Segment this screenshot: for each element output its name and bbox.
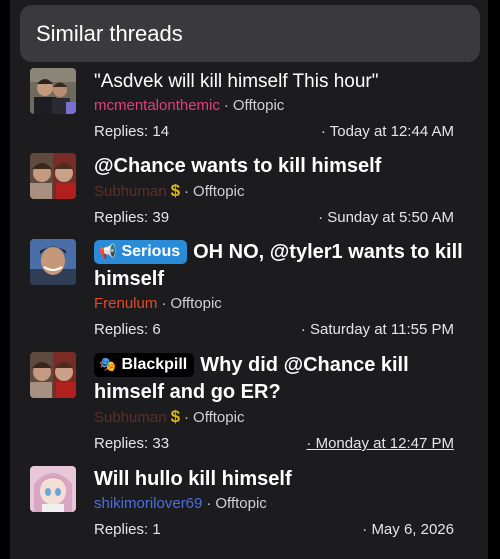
thread-forum[interactable]: Offtopic	[170, 295, 221, 312]
reply-count: Replies: 14	[94, 123, 170, 140]
avatar[interactable]	[30, 352, 76, 398]
reply-count: Replies: 33	[94, 435, 170, 452]
blackpill-prefix-badge[interactable]: 🎭 Blackpill	[94, 352, 195, 377]
mask-icon: 🎭	[99, 356, 117, 372]
serious-prefix-badge[interactable]: 📢 Serious	[94, 239, 188, 264]
thread-title[interactable]: @Chance wants to kill himself	[94, 153, 478, 180]
separator: ·	[206, 495, 212, 512]
thread-author[interactable]: mcmentalonthemic	[94, 97, 220, 114]
thread-author[interactable]: Subhuman	[94, 183, 167, 200]
avatar[interactable]	[30, 153, 76, 199]
dollar-icon: $	[170, 181, 181, 200]
last-post-date[interactable]: · Monday at 12:47 PM	[306, 435, 454, 452]
thread-author[interactable]: Frenulum	[94, 295, 157, 312]
separator: ·	[184, 409, 190, 426]
dollar-icon: $	[170, 407, 181, 426]
megaphone-icon: 📢	[99, 243, 117, 259]
last-post-date[interactable]: · Today at 12:44 AM	[321, 123, 454, 140]
reply-count: Replies: 1	[94, 521, 161, 538]
separator: ·	[161, 295, 167, 312]
header-title: Similar threads	[36, 20, 183, 46]
thread-forum[interactable]: Offtopic	[193, 409, 244, 426]
last-post-date[interactable]: · May 6, 2026	[362, 521, 454, 538]
thread-forum[interactable]: Offtopic	[233, 97, 284, 114]
reply-count: Replies: 39	[94, 209, 170, 226]
thread-title[interactable]: Will hullo kill himself	[94, 466, 478, 493]
thread-forum[interactable]: Offtopic	[193, 183, 244, 200]
separator: ·	[223, 97, 229, 114]
thread-author[interactable]: Subhuman	[94, 409, 167, 426]
separator: ·	[184, 183, 190, 200]
similar-threads-header: Similar threads	[20, 5, 480, 62]
avatar[interactable]	[30, 239, 76, 285]
last-post-date[interactable]: · Sunday at 5:50 AM	[318, 209, 454, 226]
avatar[interactable]	[30, 466, 76, 512]
thread-title[interactable]: "Asdvek will kill himself This hour"	[94, 68, 478, 95]
reply-count: Replies: 6	[94, 321, 161, 338]
thread-author[interactable]: shikimorilover69	[94, 495, 202, 512]
last-post-date[interactable]: · Saturday at 11:55 PM	[301, 321, 454, 338]
avatar[interactable]	[30, 68, 76, 114]
thread-forum[interactable]: Offtopic	[215, 495, 266, 512]
